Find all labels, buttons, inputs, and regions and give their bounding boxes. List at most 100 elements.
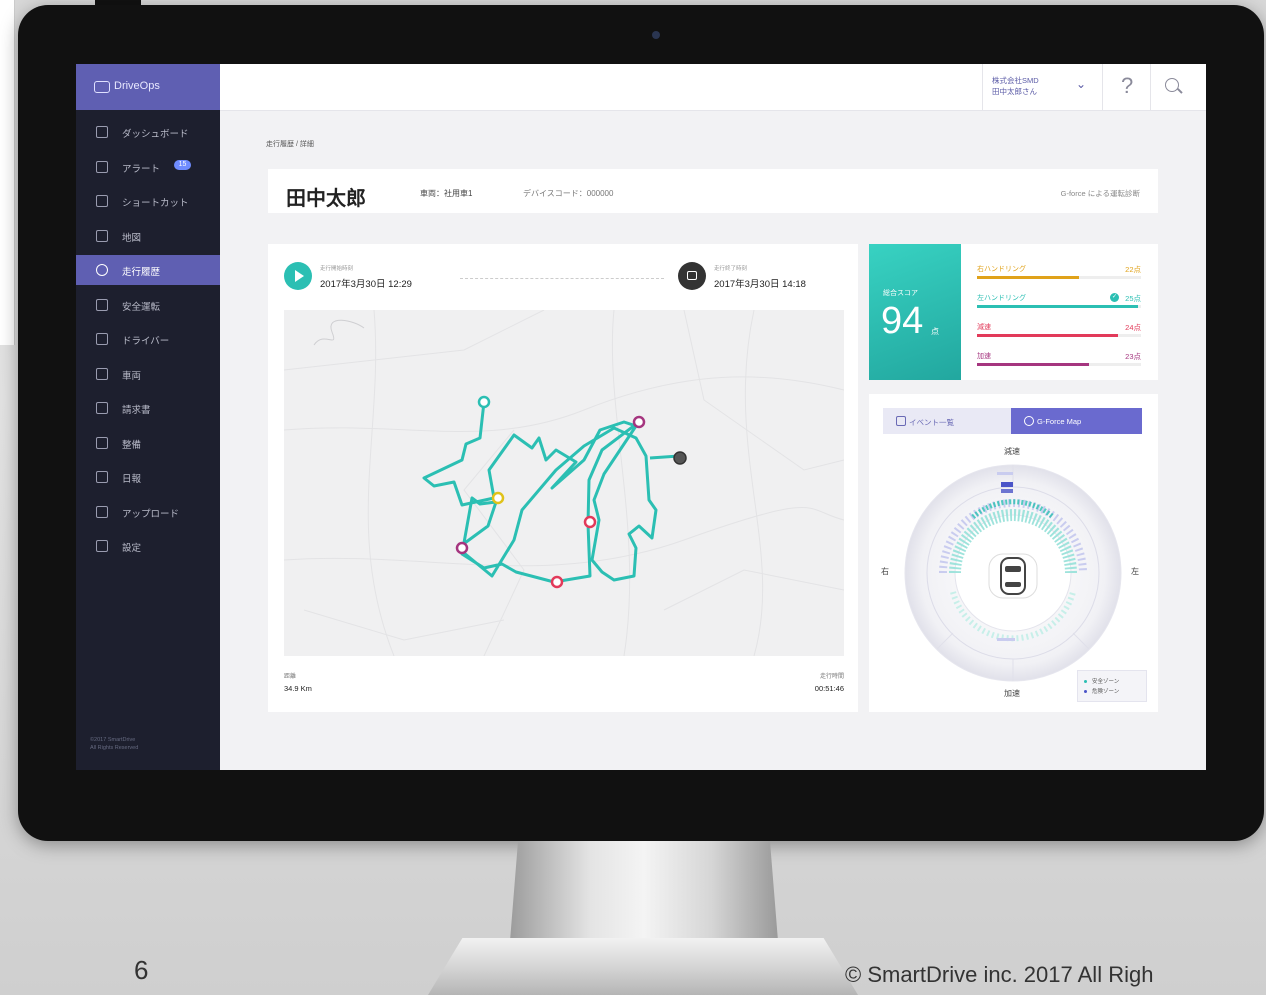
gforce-direction-accel: 加速 (1004, 689, 1020, 698)
sidebar-item-label: 整備 (122, 439, 142, 451)
dashboard-icon (96, 126, 108, 138)
invoice-icon (96, 402, 108, 414)
gforce-map[interactable] (893, 462, 1133, 684)
edge-strip-row (0, 100, 14, 113)
route-end-marker (673, 451, 687, 465)
edge-strip-row (0, 138, 14, 151)
flag-icon[interactable] (678, 262, 706, 290)
score-card: 総合スコア 94 点 右ハンドリング 22点 左ハンドリング 25点 ✓ 減速 24点 加速 2… (869, 244, 1158, 380)
alert-icon (96, 160, 108, 173)
play-icon[interactable] (284, 262, 312, 290)
divider (1102, 64, 1103, 110)
account-switcher[interactable]: 株式会社SMD 田中太郎さん (992, 75, 1039, 97)
tab-gforce-map-label: G-Force Map (1037, 417, 1082, 426)
gforce-diagnosis-link[interactable]: G-force による運転診断 (1061, 188, 1140, 199)
end-time: 2017年3月30日 14:18 (714, 279, 806, 290)
driver-title-card: 田中太郎 車両：社用車1 デバイスコード：000000 G-force による運… (268, 169, 1158, 213)
sidebar-item-3[interactable]: 地図 (76, 221, 220, 251)
monitor-stand-neck (510, 841, 778, 941)
route-event-marker (583, 515, 597, 529)
device-code: デバイスコード：000000 (523, 189, 614, 198)
sidebar-item-2[interactable]: ショートカット (76, 186, 220, 216)
edge-strip (0, 0, 15, 345)
upload-icon (96, 505, 108, 518)
edge-strip-row (0, 0, 14, 13)
route-map[interactable] (284, 310, 844, 656)
tab-gforce-map[interactable]: G-Force Map (1011, 408, 1142, 434)
sidebar-item-0[interactable]: ダッシュボード (76, 117, 220, 147)
edge-strip-row (0, 150, 14, 163)
edge-strip-row (0, 250, 14, 263)
driver-name: 田中太郎 (286, 188, 366, 210)
score-row-value: 23点 (1125, 352, 1141, 361)
sidebar-item-11[interactable]: アップロード (76, 497, 220, 527)
car-icon (96, 367, 108, 380)
legend-dot-safe (1084, 680, 1087, 683)
copyright-line-2: All Rights Reserved (90, 745, 139, 751)
list-icon (896, 416, 906, 426)
distance-value: 34.9 Km (284, 684, 312, 693)
breadcrumb[interactable]: 走行履歴 / 詳細 (266, 139, 314, 149)
copyright-line-1: ©2017 SmartDrive (90, 737, 136, 743)
sidebar-item-label: 請求書 (122, 405, 151, 416)
settings-icon (96, 540, 108, 552)
car-icon (1000, 557, 1026, 595)
app-logo[interactable]: DriveOps (76, 64, 220, 110)
edge-strip-row (0, 113, 14, 126)
edge-strip-row (0, 38, 14, 51)
gforce-card: イベント一覧 G-Force Map 減速 右 左 加速 安全ゾーン 危険ゾーン (869, 394, 1158, 712)
score-row: 減速 24点 (977, 322, 1141, 350)
legend-safe-label: 安全ゾーン (1092, 679, 1120, 685)
shortcut-icon (96, 195, 108, 207)
route-start-marker (477, 395, 491, 409)
score-bar-fill (977, 334, 1119, 337)
score-row-name: 右ハンドリング (977, 266, 1026, 273)
app-screen: DriveOps ダッシュボードアラート 15 ショートカット 地図走行履歴安全運転ド… (76, 64, 1206, 770)
help-button[interactable]: ? (1121, 73, 1133, 99)
sidebar: DriveOps ダッシュボードアラート 15 ショートカット 地図走行履歴安全運転ド… (76, 64, 220, 770)
route-event-marker (455, 541, 469, 555)
sidebar-item-6[interactable]: ドライバー (76, 324, 220, 354)
sidebar-item-4[interactable]: 走行履歴 (76, 255, 220, 285)
sidebar-item-8[interactable]: 請求書 (76, 393, 220, 423)
duration-value: 00:51:46 (814, 684, 844, 693)
total-score-box: 総合スコア 94 点 (869, 244, 961, 380)
tab-event-list-label: イベント一覧 (909, 418, 954, 427)
sidebar-item-10[interactable]: 日報 (76, 462, 220, 492)
start-label: 走行開始時刻 (320, 266, 354, 272)
top-bar: 株式会社SMD 田中太郎さん ⌄ ? (220, 64, 1206, 111)
score-row-value: 25点 (1125, 294, 1141, 303)
steering-wheel-icon (96, 264, 108, 276)
distance-label: 距離 (284, 674, 297, 680)
gforce-direction-decel: 減速 (1004, 447, 1020, 456)
route-event-marker (491, 491, 505, 505)
score-row-name: 左ハンドリング (977, 295, 1026, 302)
vehicle-info: 車両：社用車1 (420, 189, 473, 198)
sidebar-item-1[interactable]: アラート 15 (76, 152, 220, 182)
edge-strip-row (0, 213, 14, 226)
score-bar-fill (977, 276, 1079, 279)
page-number: 6 (134, 955, 149, 985)
driver-icon (96, 333, 108, 345)
score-row: 加速 23点 (977, 351, 1141, 379)
chevron-down-icon[interactable]: ⌄ (1076, 77, 1086, 91)
check-circle-icon (96, 298, 108, 311)
map-icon (96, 229, 108, 242)
score-bar-fill (977, 363, 1089, 366)
edge-strip-row (0, 125, 14, 138)
sidebar-item-12[interactable]: 設定 (76, 531, 220, 561)
sidebar-item-9[interactable]: 整備 (76, 428, 220, 458)
gauge-icon (1024, 416, 1034, 426)
total-score-label: 総合スコア (883, 290, 918, 297)
search-icon[interactable] (1165, 78, 1179, 92)
edge-strip-row (0, 188, 14, 201)
sidebar-item-7[interactable]: 車両 (76, 359, 220, 389)
sidebar-item-label: 走行履歴 (122, 267, 161, 278)
sidebar-item-5[interactable]: 安全運転 (76, 290, 220, 320)
route-line (422, 401, 658, 584)
tab-event-list[interactable]: イベント一覧 (883, 408, 1011, 434)
sidebar-item-label: アップロード (122, 508, 180, 520)
sidebar-item-label: ダッシュボード (122, 129, 189, 140)
sidebar-item-label: 車両 (122, 370, 142, 382)
score-row-name: 加速 (977, 353, 991, 360)
